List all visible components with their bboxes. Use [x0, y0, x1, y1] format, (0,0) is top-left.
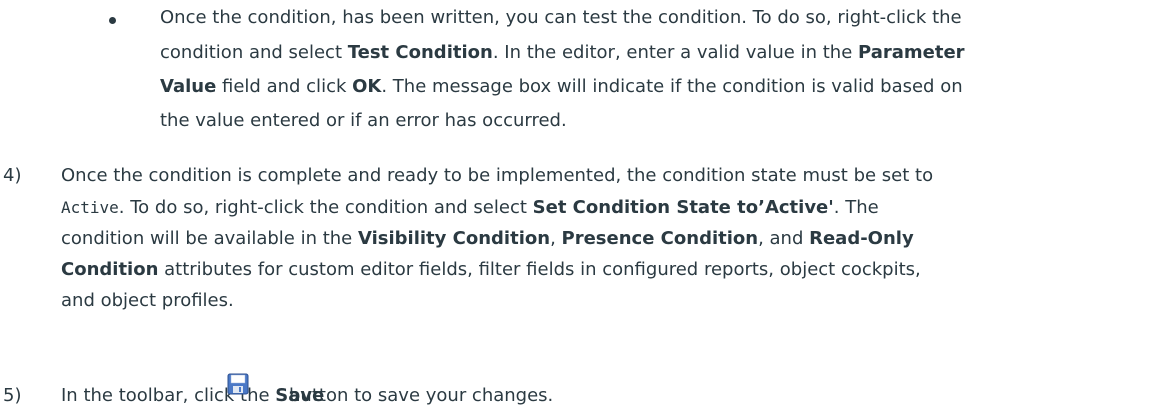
- paragraph-line: Once the condition, has been written, yo…: [160, 6, 962, 30]
- ui-term-test-condition: Test Condition: [347, 42, 493, 63]
- text-run: attributes for custom editor fields, fil…: [158, 259, 921, 280]
- bullet-icon: [109, 17, 116, 24]
- text-run: the value entered or if an error has occ…: [160, 110, 567, 131]
- paragraph-line: condition will be available in the Visib…: [61, 227, 914, 251]
- text-run: and object profiles.: [61, 290, 234, 311]
- text-run: Once the condition, has been written, yo…: [160, 7, 962, 28]
- text-run: Once the condition is complete and ready…: [61, 165, 934, 186]
- paragraph-line: Value field and click OK. The message bo…: [160, 75, 963, 99]
- code-active: Active: [61, 198, 119, 217]
- ui-term-value: Value: [160, 76, 217, 97]
- paragraph-line: condition and select Test Condition. In …: [160, 41, 965, 65]
- ui-term-parameter: Parameter: [858, 42, 965, 63]
- paragraph-line: and object profiles.: [61, 289, 234, 313]
- paragraph-line: button to save your changes.: [289, 384, 553, 408]
- paragraph-line: Active. To do so, right-click the condit…: [61, 196, 879, 220]
- step-number: 4): [3, 165, 22, 186]
- save-icon: [208, 352, 268, 416]
- paragraph-line: Once the condition is complete and ready…: [61, 164, 933, 188]
- text-run: . In the editor, enter a valid value in …: [492, 42, 858, 63]
- text-run: . The: [833, 197, 879, 218]
- paragraph-line: the value entered or if an error has occ…: [160, 109, 567, 133]
- step-5: 5) In the toolbar, click the Save button…: [0, 352, 700, 416]
- step-number: 5): [3, 385, 22, 406]
- paragraph-line: Condition attributes for custom editor f…: [61, 258, 921, 282]
- ui-term-condition: Condition: [61, 259, 159, 280]
- paragraph-line: In the toolbar, click the Save: [61, 384, 324, 408]
- text-run: button to save your changes.: [289, 385, 554, 406]
- ui-term-presence: Presence Condition: [561, 228, 759, 249]
- ui-term-ok: OK: [352, 76, 382, 97]
- text-run: , and: [758, 228, 810, 249]
- text-run: . To do so, right-click the condition an…: [118, 197, 533, 218]
- ui-term-set-state: Set Condition State to’Active': [532, 197, 834, 218]
- text-run: . The message box will indicate if the c…: [381, 76, 963, 97]
- text-run: condition will be available in the: [61, 228, 358, 249]
- ui-term-visibility: Visibility Condition: [357, 228, 551, 249]
- text-run: condition and select: [160, 42, 348, 63]
- text-run: field and click: [216, 76, 353, 97]
- ui-term-read-only: Read-Only: [809, 228, 914, 249]
- text-run: ,: [550, 228, 562, 249]
